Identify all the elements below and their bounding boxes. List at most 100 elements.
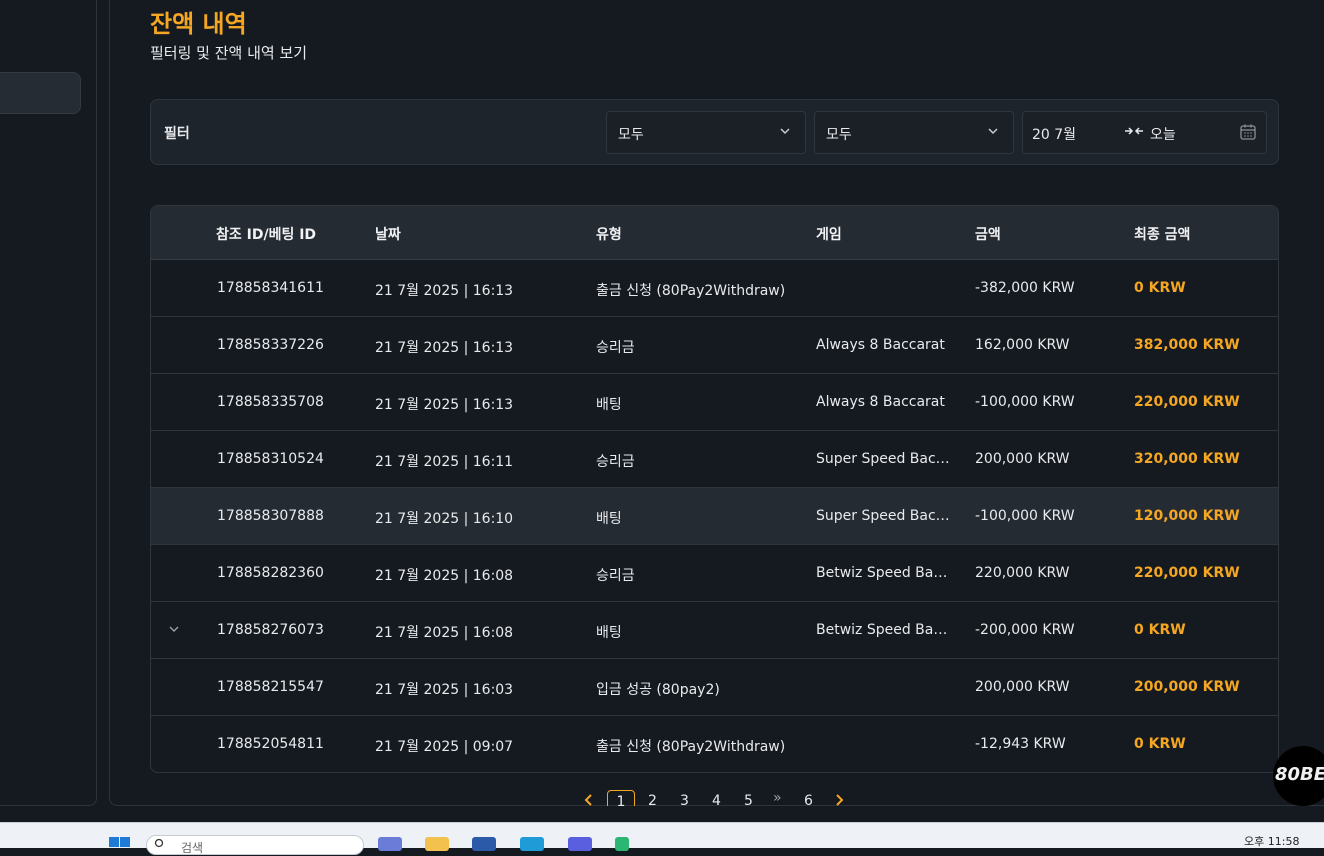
- table-row[interactable]: 178858335708 21 7월 2025 | 16:13 배팅 Alway…: [151, 374, 1278, 431]
- brand-logo-text: 80BET: [1275, 764, 1324, 785]
- page-2[interactable]: 2: [648, 793, 657, 806]
- calendar-icon[interactable]: [1239, 123, 1257, 141]
- cell-amount: 162,000 KRW: [975, 337, 1070, 353]
- cell-amount: -200,000 KRW: [975, 622, 1075, 638]
- cell-ref: 178852054811: [217, 736, 324, 752]
- app-window: 잔액 내역 필터링 및 잔액 내역 보기 필터 모두 모두 20 7월 오늘 참…: [0, 0, 1324, 822]
- cell-game: Betwiz Speed Ba…: [816, 565, 948, 581]
- windows-start-icon[interactable]: [109, 837, 131, 849]
- date-to[interactable]: 오늘: [1150, 124, 1176, 144]
- table-row[interactable]: 178858276073 21 7월 2025 | 16:08 배팅 Betwi…: [151, 602, 1278, 659]
- cell-final: 0 KRW: [1134, 622, 1186, 638]
- jump-forward[interactable]: »: [773, 790, 782, 806]
- cell-ref: 178858341611: [217, 280, 324, 296]
- page-6[interactable]: 6: [804, 793, 813, 806]
- cell-type: 배팅: [596, 511, 622, 527]
- header-type: 유형: [596, 227, 622, 243]
- cell-game: Super Speed Bac…: [816, 451, 950, 467]
- balance-history-table: 참조 ID/베팅 ID 날짜 유형 게임 금액 최종 금액 1788583416…: [150, 205, 1279, 773]
- expand-chevron-icon[interactable]: [168, 624, 180, 634]
- search-icon: [154, 838, 164, 848]
- cell-type: 승리금: [596, 568, 635, 584]
- table-row[interactable]: 178858215547 21 7월 2025 | 16:03 입금 성공 (8…: [151, 659, 1278, 716]
- game-filter-select[interactable]: 모두: [814, 111, 1014, 154]
- table-header: 참조 ID/베팅 ID 날짜 유형 게임 금액 최종 금액: [151, 206, 1278, 260]
- page-1[interactable]: 1: [607, 790, 635, 806]
- os-taskbar: 검색 오후 11:58: [0, 822, 1324, 855]
- cell-final: 220,000 KRW: [1134, 394, 1240, 410]
- copilot-icon[interactable]: [378, 837, 402, 851]
- file-explorer-icon[interactable]: [425, 837, 449, 851]
- cell-amount: -12,943 KRW: [975, 736, 1066, 752]
- cell-type: 출금 신청 (80Pay2Withdraw): [596, 283, 786, 299]
- cell-game: Super Speed Bac…: [816, 508, 950, 524]
- sidebar: [0, 0, 97, 806]
- cell-type: 입금 성공 (80pay2): [596, 682, 720, 698]
- date-range-picker[interactable]: 20 7월 오늘: [1022, 111, 1267, 154]
- cell-final: 220,000 KRW: [1134, 565, 1240, 581]
- cell-amount: 200,000 KRW: [975, 679, 1070, 695]
- cell-final: 0 KRW: [1134, 736, 1186, 752]
- type-filter-select[interactable]: 모두: [606, 111, 806, 154]
- brand-logo[interactable]: 80BET: [1273, 746, 1324, 806]
- cell-amount: -100,000 KRW: [975, 508, 1075, 524]
- page-title: 잔액 내역: [150, 10, 247, 38]
- cell-type: 승리금: [596, 340, 635, 356]
- cell-ref: 178858276073: [217, 622, 324, 638]
- cell-game: Always 8 Baccarat: [816, 394, 945, 410]
- filter-bar: 필터 모두 모두 20 7월 오늘: [150, 99, 1279, 165]
- date-range-arrows-icon: [1125, 127, 1143, 135]
- header-date: 날짜: [375, 227, 401, 243]
- prev-page-icon[interactable]: [584, 794, 594, 806]
- page-3[interactable]: 3: [680, 793, 689, 806]
- page-4[interactable]: 4: [712, 793, 721, 806]
- cell-final: 120,000 KRW: [1134, 508, 1240, 524]
- cell-date: 21 7월 2025 | 16:13: [375, 340, 514, 356]
- cell-ref: 178858335708: [217, 394, 324, 410]
- cell-type: 배팅: [596, 625, 622, 641]
- cell-date: 21 7월 2025 | 16:08: [375, 625, 514, 641]
- table-row[interactable]: 178858310524 21 7월 2025 | 16:11 승리금 Supe…: [151, 431, 1278, 488]
- date-from[interactable]: 20 7월: [1032, 124, 1076, 144]
- cell-amount: 200,000 KRW: [975, 451, 1070, 467]
- cell-game: Betwiz Speed Ba…: [816, 622, 948, 638]
- cell-date: 21 7월 2025 | 16:13: [375, 283, 514, 299]
- table-row[interactable]: 178858341611 21 7월 2025 | 16:13 출금 신청 (8…: [151, 260, 1278, 317]
- table-row-hovered[interactable]: 178858307888 21 7월 2025 | 16:10 배팅 Super…: [151, 488, 1278, 545]
- app-icon[interactable]: [615, 837, 629, 851]
- cell-amount: -100,000 KRW: [975, 394, 1075, 410]
- table-row[interactable]: 178858337226 21 7월 2025 | 16:13 승리금 Alwa…: [151, 317, 1278, 374]
- game-filter-value: 모두: [826, 127, 852, 143]
- cell-type: 승리금: [596, 454, 635, 470]
- store-icon[interactable]: [472, 837, 496, 851]
- cell-ref: 178858337226: [217, 337, 324, 353]
- filter-label: 필터: [164, 126, 190, 142]
- cell-game: Always 8 Baccarat: [816, 337, 945, 353]
- cell-date: 21 7월 2025 | 16:08: [375, 568, 514, 584]
- page-5[interactable]: 5: [744, 793, 753, 806]
- cell-ref: 178858215547: [217, 679, 324, 695]
- cell-type: 출금 신청 (80Pay2Withdraw): [596, 739, 786, 755]
- cell-date: 21 7월 2025 | 16:11: [375, 454, 514, 470]
- cell-final: 0 KRW: [1134, 280, 1186, 296]
- taskbar-search[interactable]: 검색: [146, 835, 364, 855]
- table-row[interactable]: 178858282360 21 7월 2025 | 16:08 승리금 Betw…: [151, 545, 1278, 602]
- next-page-icon[interactable]: [834, 794, 844, 806]
- sidebar-active-item[interactable]: [0, 72, 81, 114]
- cell-amount: -382,000 KRW: [975, 280, 1075, 296]
- table-row[interactable]: 178852054811 21 7월 2025 | 09:07 출금 신청 (8…: [151, 716, 1278, 772]
- taskbar-clock[interactable]: 오후 11:58: [1244, 833, 1299, 849]
- cell-final: 382,000 KRW: [1134, 337, 1240, 353]
- page-subtitle: 필터링 및 잔액 내역 보기: [150, 44, 308, 62]
- cell-date: 21 7월 2025 | 16:03: [375, 682, 514, 698]
- cell-date: 21 7월 2025 | 16:10: [375, 511, 514, 527]
- type-filter-value: 모두: [618, 127, 644, 143]
- cell-ref: 178858307888: [217, 508, 324, 524]
- edge-browser-icon[interactable]: [520, 837, 544, 851]
- cell-type: 배팅: [596, 397, 622, 413]
- cell-final: 200,000 KRW: [1134, 679, 1240, 695]
- discord-icon[interactable]: [568, 837, 592, 851]
- pagination: 1 2 3 4 5 » 6: [580, 790, 850, 806]
- cell-date: 21 7월 2025 | 09:07: [375, 739, 514, 755]
- cell-final: 320,000 KRW: [1134, 451, 1240, 467]
